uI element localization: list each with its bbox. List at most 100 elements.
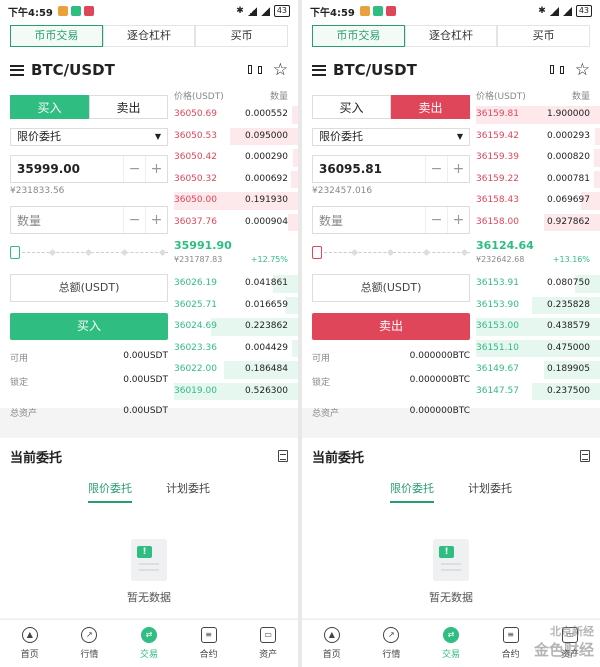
slider-dot[interactable] bbox=[350, 248, 359, 257]
ask-row[interactable]: 36159.42 0.000293 bbox=[476, 126, 600, 148]
ask-row[interactable]: 36050.32 0.000692 bbox=[174, 169, 298, 191]
total-field[interactable]: 总额(USDT) bbox=[10, 274, 168, 302]
slider-dot[interactable] bbox=[386, 248, 395, 257]
total-field[interactable]: 总额(USDT) bbox=[312, 274, 470, 302]
plus-icon[interactable]: + bbox=[447, 156, 469, 182]
bid-row[interactable]: 36149.67 0.189905 bbox=[476, 359, 600, 381]
tab-limit-orders[interactable]: 限价委托 bbox=[390, 480, 434, 503]
available-row: 可用 0.000000BTC bbox=[312, 351, 470, 364]
tab-buy-crypto[interactable]: 买币 bbox=[195, 25, 289, 47]
pair-title[interactable]: BTC/USDT bbox=[31, 61, 115, 79]
minus-icon[interactable]: − bbox=[123, 207, 145, 233]
nav-home[interactable]: ▲ 首页 bbox=[302, 620, 362, 667]
sell-button[interactable]: 卖出 bbox=[312, 313, 470, 340]
ask-row[interactable]: 36159.22 0.000781 bbox=[476, 169, 600, 191]
star-icon[interactable]: ☆ bbox=[575, 61, 590, 79]
last-price: 35991.90 bbox=[174, 239, 232, 252]
candlestick-icon[interactable] bbox=[247, 63, 263, 77]
ask-row[interactable]: 36050.42 0.000290 bbox=[174, 147, 298, 169]
contract-icon: ≡ bbox=[502, 627, 519, 643]
price-field[interactable]: 35999.00 − + bbox=[10, 155, 168, 183]
bid-row[interactable]: 36019.00 0.526300 bbox=[174, 381, 298, 403]
amount-field[interactable]: 数量 − + bbox=[312, 206, 470, 234]
tab-spot[interactable]: 币币交易 bbox=[312, 25, 405, 47]
bid-row[interactable]: 36025.71 0.016659 bbox=[174, 295, 298, 317]
nav-home[interactable]: ▲ 首页 bbox=[0, 620, 60, 667]
minus-icon[interactable]: − bbox=[425, 156, 447, 182]
last-price-block[interactable]: 36124.64 ¥232642.68 +13.16% bbox=[476, 233, 600, 273]
amount-input[interactable]: 数量 bbox=[313, 212, 425, 229]
tab-buy-crypto[interactable]: 买币 bbox=[497, 25, 591, 47]
nav-contract[interactable]: ≡ 合约 bbox=[179, 620, 239, 667]
bid-row[interactable]: 36153.91 0.080750 bbox=[476, 273, 600, 295]
document-icon[interactable] bbox=[278, 450, 288, 462]
ask-row[interactable]: 36158.00 0.927862 bbox=[476, 212, 600, 234]
menu-icon[interactable] bbox=[10, 64, 24, 76]
minus-icon[interactable]: − bbox=[123, 156, 145, 182]
last-price-block[interactable]: 35991.90 ¥231787.83 +12.75% bbox=[174, 233, 298, 273]
ask-row[interactable]: 36158.43 0.069697 bbox=[476, 190, 600, 212]
plus-icon[interactable]: + bbox=[447, 207, 469, 233]
sell-side-button[interactable]: 卖出 bbox=[391, 95, 470, 119]
ask-row[interactable]: 36159.39 0.000820 bbox=[476, 147, 600, 169]
buy-button[interactable]: 买入 bbox=[10, 313, 168, 340]
bid-row[interactable]: 36024.69 0.223862 bbox=[174, 316, 298, 338]
buy-side-button[interactable]: 买入 bbox=[10, 95, 89, 119]
nav-assets[interactable]: ▭ 资产 bbox=[238, 620, 298, 667]
amount-slider[interactable] bbox=[312, 246, 470, 260]
bid-row[interactable]: 36026.19 0.041861 bbox=[174, 273, 298, 295]
minus-icon[interactable]: − bbox=[425, 207, 447, 233]
star-icon[interactable]: ☆ bbox=[273, 61, 288, 79]
nav-markets[interactable]: ↗ 行情 bbox=[362, 620, 422, 667]
candlestick-icon[interactable] bbox=[549, 63, 565, 77]
slider-dot[interactable] bbox=[84, 248, 93, 257]
slider-dot[interactable] bbox=[422, 248, 431, 257]
order-qty: 0.000692 bbox=[245, 173, 288, 184]
slider-dot[interactable] bbox=[48, 248, 57, 257]
slider-dot[interactable] bbox=[158, 248, 167, 257]
nav-trade[interactable]: ⇄ 交易 bbox=[119, 620, 179, 667]
tab-margin[interactable]: 逐仓杠杆 bbox=[404, 25, 498, 47]
ask-row[interactable]: 36050.53 0.095000 bbox=[174, 126, 298, 148]
bid-row[interactable]: 36147.57 0.237500 bbox=[476, 381, 600, 403]
tab-spot[interactable]: 币币交易 bbox=[10, 25, 103, 47]
order-qty: 0.041861 bbox=[245, 278, 288, 288]
pair-title[interactable]: BTC/USDT bbox=[333, 61, 417, 79]
menu-icon[interactable] bbox=[312, 64, 326, 76]
tab-limit-orders[interactable]: 限价委托 bbox=[88, 480, 132, 503]
order-type-select[interactable]: 限价委托 ▼ bbox=[312, 128, 470, 146]
slider-handle[interactable] bbox=[10, 246, 20, 259]
price-field[interactable]: 36095.81 − + bbox=[312, 155, 470, 183]
ask-row[interactable]: 36050.69 0.000552 bbox=[174, 104, 298, 126]
bid-row[interactable]: 36153.90 0.235828 bbox=[476, 295, 600, 317]
ask-row[interactable]: 36037.76 0.000904 bbox=[174, 212, 298, 234]
bid-row[interactable]: 36022.00 0.186484 bbox=[174, 359, 298, 381]
amount-field[interactable]: 数量 − + bbox=[10, 206, 168, 234]
order-qty: 0.438579 bbox=[547, 321, 590, 331]
document-icon[interactable] bbox=[580, 450, 590, 462]
amount-slider[interactable] bbox=[10, 246, 168, 260]
plus-icon[interactable]: + bbox=[145, 207, 167, 233]
buy-side-button[interactable]: 买入 bbox=[312, 95, 391, 119]
tab-margin[interactable]: 逐仓杠杆 bbox=[102, 25, 196, 47]
app-notification-icon bbox=[70, 6, 81, 16]
tab-plan-orders[interactable]: 计划委托 bbox=[468, 480, 512, 503]
nav-markets[interactable]: ↗ 行情 bbox=[60, 620, 120, 667]
tab-plan-orders[interactable]: 计划委托 bbox=[166, 480, 210, 503]
slider-handle[interactable] bbox=[312, 246, 322, 259]
plus-icon[interactable]: + bbox=[145, 156, 167, 182]
sell-side-button[interactable]: 卖出 bbox=[89, 95, 168, 119]
ask-row[interactable]: 36159.81 1.900000 bbox=[476, 104, 600, 126]
nav-trade[interactable]: ⇄ 交易 bbox=[421, 620, 481, 667]
bid-row[interactable]: 36153.00 0.438579 bbox=[476, 316, 600, 338]
price-input[interactable]: 36095.81 bbox=[313, 162, 425, 176]
ask-row[interactable]: 36050.00 0.191930 bbox=[174, 190, 298, 212]
price-input[interactable]: 35999.00 bbox=[11, 162, 123, 176]
nav-contract[interactable]: ≡ 合约 bbox=[481, 620, 541, 667]
bid-row[interactable]: 36151.10 0.475000 bbox=[476, 338, 600, 360]
slider-dot[interactable] bbox=[120, 248, 129, 257]
order-type-select[interactable]: 限价委托 ▼ bbox=[10, 128, 168, 146]
slider-dot[interactable] bbox=[460, 248, 469, 257]
amount-input[interactable]: 数量 bbox=[11, 212, 123, 229]
bid-row[interactable]: 36023.36 0.004429 bbox=[174, 338, 298, 360]
